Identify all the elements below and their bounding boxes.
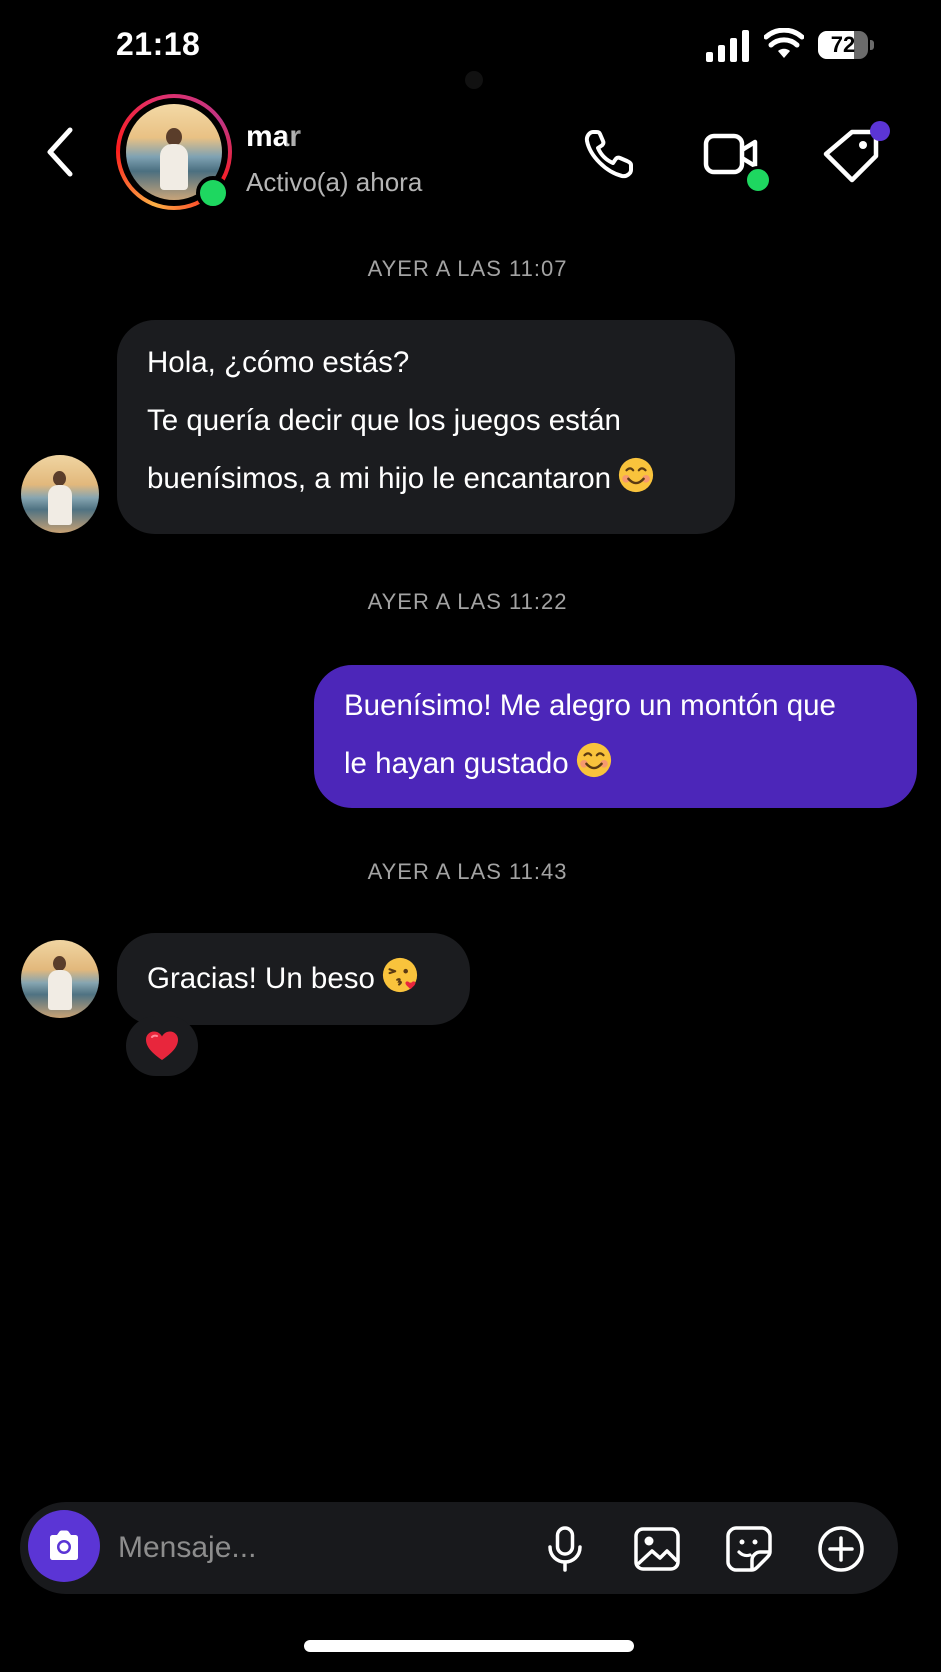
online-status-dot bbox=[196, 176, 230, 210]
message-bubble-outgoing[interactable]: Buenísimo! Me alegro un montón que le ha… bbox=[314, 665, 917, 808]
message-reaction[interactable] bbox=[126, 1016, 198, 1076]
smiling-face-emoji bbox=[618, 457, 654, 493]
battery-level: 72 bbox=[830, 32, 856, 57]
sender-avatar[interactable] bbox=[21, 455, 99, 533]
timestamp: AYER A LAS 11:07 bbox=[367, 256, 568, 281]
sticker-icon[interactable] bbox=[724, 1524, 774, 1574]
sender-avatar[interactable] bbox=[21, 940, 99, 1018]
battery-indicator: 72 bbox=[818, 31, 876, 61]
timestamp: AYER A LAS 11:22 bbox=[367, 589, 568, 614]
notification-dot bbox=[870, 121, 890, 141]
contact-name[interactable]: mar bbox=[246, 120, 446, 154]
message-text: Te quería decir que los juegos están bbox=[147, 404, 621, 437]
message-bubble-incoming[interactable]: Gracias! Un beso bbox=[117, 933, 470, 1025]
phone-icon[interactable] bbox=[580, 124, 640, 184]
face-blowing-kiss-emoji bbox=[382, 957, 418, 993]
contact-status: Activo(a) ahora bbox=[246, 167, 423, 197]
message-input[interactable] bbox=[116, 1520, 450, 1576]
message-text: Hola, ¿cómo estás? bbox=[147, 346, 410, 379]
camera-button[interactable] bbox=[28, 1510, 100, 1582]
message-composer bbox=[20, 1502, 898, 1594]
video-active-dot bbox=[744, 166, 772, 194]
name-redaction bbox=[286, 120, 446, 154]
smiling-face-emoji bbox=[576, 742, 611, 778]
message-bubble-incoming[interactable]: Hola, ¿cómo estás? Te quería decir que l… bbox=[117, 320, 735, 534]
image-icon[interactable] bbox=[632, 1524, 682, 1574]
back-arrow-icon[interactable] bbox=[38, 122, 84, 182]
message-text-last: Gracias! Un beso bbox=[147, 950, 470, 1008]
add-circle-icon[interactable] bbox=[816, 1524, 866, 1574]
camera-icon bbox=[50, 1530, 78, 1560]
status-time: 21:18 bbox=[116, 26, 201, 62]
heart-emoji bbox=[146, 1031, 178, 1060]
timestamp: AYER A LAS 11:43 bbox=[367, 859, 568, 884]
message-text: Buenísimo! Me alegro un montón que bbox=[344, 689, 836, 722]
message-text-last: le hayan gustado bbox=[344, 735, 917, 793]
microphone-icon[interactable] bbox=[540, 1524, 590, 1574]
cellular-signal-icon bbox=[706, 30, 749, 62]
message-text-last: buenísimos, a mi hijo le encantaron bbox=[147, 450, 735, 508]
wifi-icon bbox=[764, 28, 804, 58]
home-indicator[interactable] bbox=[304, 1640, 634, 1652]
front-camera bbox=[465, 71, 483, 89]
